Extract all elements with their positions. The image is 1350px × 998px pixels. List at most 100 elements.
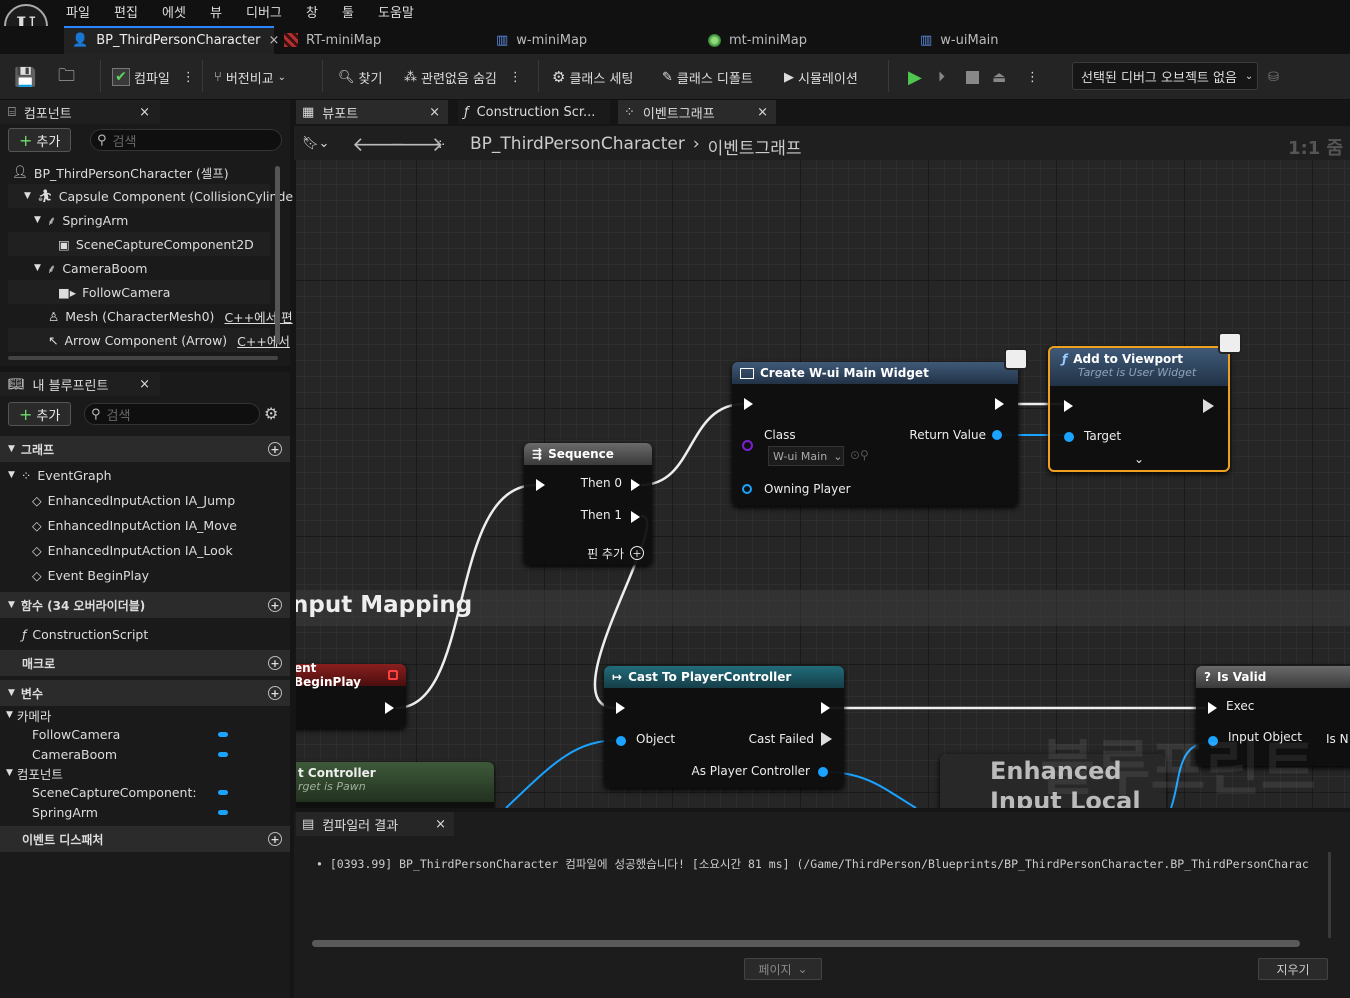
- exec-out-pin[interactable]: [385, 702, 394, 714]
- compiler-results-tab[interactable]: ▤ 컴파일러 결과 ×: [296, 812, 454, 836]
- class-defaults-button[interactable]: ✎ 클래스 디폴트: [662, 66, 753, 88]
- add-to-viewport-header[interactable]: ƒ Add to Viewport Target is User Widget: [1050, 348, 1228, 386]
- breadcrumb-root[interactable]: BP_ThirdPersonCharacter: [470, 134, 685, 159]
- find-button[interactable]: 🔍︎ 찾기: [338, 66, 382, 88]
- exec-out-pin[interactable]: [821, 702, 830, 714]
- tab-mt-minimap[interactable]: mt-miniMap: [700, 26, 900, 54]
- add-pin-icon[interactable]: +: [630, 546, 644, 560]
- menu-edit[interactable]: 편집: [114, 2, 138, 21]
- close-icon[interactable]: ×: [139, 105, 150, 120]
- hide-unrelated-button[interactable]: ⁂ 관련없음 숨김 ⋮: [404, 66, 522, 88]
- as-player-controller-pin[interactable]: [818, 767, 828, 777]
- variable-cameraboom[interactable]: CameraBoom: [32, 743, 262, 765]
- debug-object-select[interactable]: 선택된 디버그 오브젝트 없음 ⌄: [1072, 62, 1258, 90]
- cast-node-header[interactable]: ↦ Cast To PlayerController: [604, 666, 844, 688]
- then0-pin[interactable]: [631, 479, 640, 491]
- tree-item-followcamera[interactable]: ■▸ FollowCamera: [8, 280, 270, 304]
- object-pin[interactable]: [616, 736, 626, 746]
- tab-rt-minimap[interactable]: RT-miniMap: [276, 26, 476, 54]
- add-blueprint-item-button[interactable]: + 추가: [8, 402, 72, 426]
- components-search-input[interactable]: ⚲ 검색: [90, 129, 282, 151]
- event-item-jump[interactable]: ◇ EnhancedInputAction IA_Jump: [32, 488, 235, 512]
- clear-log-button[interactable]: 지우기: [1258, 958, 1328, 980]
- return-value-pin[interactable]: [992, 430, 1002, 440]
- tab-eventgraph[interactable]: ⁘ 이벤트그래프 ×: [618, 100, 776, 124]
- functions-section-header[interactable]: ▼ 함수 (34 오버라이더블) +: [0, 592, 290, 618]
- stop-button[interactable]: [966, 66, 979, 88]
- event-beginplay-node[interactable]: ent BeginPlay: [296, 661, 406, 728]
- eject-button[interactable]: ⏏: [992, 66, 1006, 88]
- tree-item-mesh[interactable]: ♙ Mesh (CharacterMesh0) C++에서 편: [8, 304, 293, 328]
- menu-tools[interactable]: 툴: [342, 2, 354, 21]
- graphs-section-header[interactable]: ▼ 그래프 +: [0, 436, 290, 462]
- my-blueprint-tab[interactable]: 📖︎ 내 블루프린트 ×: [0, 372, 160, 396]
- is-valid-header[interactable]: ? Is Valid: [1196, 666, 1350, 688]
- get-controller-node[interactable]: t Controller rget is Pawn: [296, 762, 494, 808]
- blueprint-search-input[interactable]: ⚲ 검색: [84, 403, 260, 425]
- play-button[interactable]: ▶: [908, 66, 922, 88]
- components-h-scrollbar[interactable]: [8, 356, 278, 360]
- event-item-look[interactable]: ◇ EnhancedInputAction IA_Look: [32, 538, 233, 562]
- event-graph-canvas[interactable]: nput Mapping ⇶ Sequence Then 0 Then 1 핀 …: [296, 160, 1350, 808]
- source-control-button[interactable]: ⑂ 버전비교 ⌄: [214, 66, 286, 88]
- tree-item-capsule[interactable]: ▼ ⛹︎ Capsule Component (CollisionCylinde: [8, 184, 293, 208]
- macros-section-header[interactable]: 매크로 +: [0, 650, 290, 676]
- simulation-button[interactable]: ▶ 시뮬레이션: [784, 66, 858, 88]
- close-icon[interactable]: ×: [139, 377, 150, 392]
- add-circle-icon[interactable]: +: [268, 656, 282, 670]
- tree-item-self[interactable]: 👤︎ BP_ThirdPersonCharacter (셀프): [8, 160, 270, 184]
- create-widget-node[interactable]: Create W-ui Main Widget Class W-ui Main …: [732, 362, 1018, 506]
- exec-in-pin[interactable]: [1208, 702, 1217, 714]
- class-pin[interactable]: [742, 440, 753, 451]
- get-controller-header[interactable]: t Controller rget is Pawn: [296, 762, 494, 802]
- dispatchers-section-header[interactable]: 이벤트 디스패처 +: [0, 826, 290, 852]
- tab-w-minimap[interactable]: ▥ w-miniMap: [488, 26, 688, 54]
- target-pin[interactable]: [1064, 432, 1074, 442]
- exec-in-pin[interactable]: [536, 479, 545, 491]
- compile-button[interactable]: ✔ 컴파일 ⋮: [112, 66, 195, 88]
- more-options-icon[interactable]: ⋮: [509, 70, 522, 85]
- tree-item-cameraboom[interactable]: ▼ ⸙ CameraBoom: [8, 256, 270, 280]
- tree-item-springarm[interactable]: ▼ ⸙ SpringArm: [8, 208, 270, 232]
- construction-script-item[interactable]: ƒ ConstructionScript: [22, 622, 148, 646]
- menu-view[interactable]: 뷰: [210, 2, 222, 21]
- add-circle-icon[interactable]: +: [268, 442, 282, 456]
- tab-bp-thirdpersoncharacter[interactable]: 👤 BP_ThirdPersonCharacter ×: [64, 26, 279, 54]
- bookmark-menu-button[interactable]: 🔖︎⌄: [302, 136, 329, 151]
- class-settings-button[interactable]: ⚙ 클래스 세팅: [552, 66, 633, 88]
- tab-viewport[interactable]: ▦ 뷰포트 ×: [296, 100, 448, 124]
- variable-scenecapture[interactable]: SceneCaptureComponent:: [32, 781, 262, 803]
- exec-in-pin[interactable]: [744, 398, 753, 410]
- sequence-node-header[interactable]: ⇶ Sequence: [524, 443, 652, 465]
- cast-failed-pin[interactable]: [821, 732, 832, 746]
- gear-icon[interactable]: ⚙: [264, 404, 278, 423]
- components-scrollbar[interactable]: [275, 166, 280, 344]
- exec-out-pin[interactable]: [1203, 399, 1214, 413]
- variables-section-header[interactable]: ▼ 변수 +: [0, 680, 290, 706]
- play-options-button[interactable]: ⋮: [1026, 66, 1039, 88]
- event-item-beginplay[interactable]: ◇ Event BeginPlay: [32, 563, 149, 587]
- then1-pin[interactable]: [631, 511, 640, 523]
- menu-asset[interactable]: 에셋: [162, 2, 186, 21]
- add-pin-label[interactable]: 핀 추가: [587, 545, 624, 562]
- log-v-scrollbar[interactable]: [1328, 852, 1331, 938]
- class-select[interactable]: W-ui Main ⌄: [768, 446, 844, 466]
- exec-in-pin[interactable]: [1064, 400, 1073, 412]
- variable-springarm[interactable]: SpringArm: [32, 801, 262, 823]
- tree-item-arrow[interactable]: ↖ Arrow Component (Arrow) C++에서: [8, 328, 290, 352]
- add-circle-icon[interactable]: +: [268, 686, 282, 700]
- variable-followcamera[interactable]: FollowCamera: [32, 723, 262, 745]
- tab-construction-script[interactable]: ƒ Construction Scr...: [458, 100, 610, 124]
- menu-file[interactable]: 파일: [66, 2, 90, 21]
- more-options-icon[interactable]: ⋮: [182, 70, 195, 85]
- breadcrumb-current[interactable]: 이벤트그래프: [708, 134, 802, 159]
- browse-button[interactable]: 🗀: [58, 66, 75, 88]
- add-circle-icon[interactable]: +: [268, 598, 282, 612]
- add-circle-icon[interactable]: +: [268, 832, 282, 846]
- menu-window[interactable]: 창: [306, 2, 318, 21]
- close-icon[interactable]: ×: [757, 105, 768, 120]
- exec-in-pin[interactable]: [616, 702, 625, 714]
- tab-w-uimain[interactable]: ▥ w-uiMain: [912, 26, 1112, 54]
- event-item-move[interactable]: ◇ EnhancedInputAction IA_Move: [32, 513, 237, 537]
- exec-out-pin[interactable]: [995, 398, 1004, 410]
